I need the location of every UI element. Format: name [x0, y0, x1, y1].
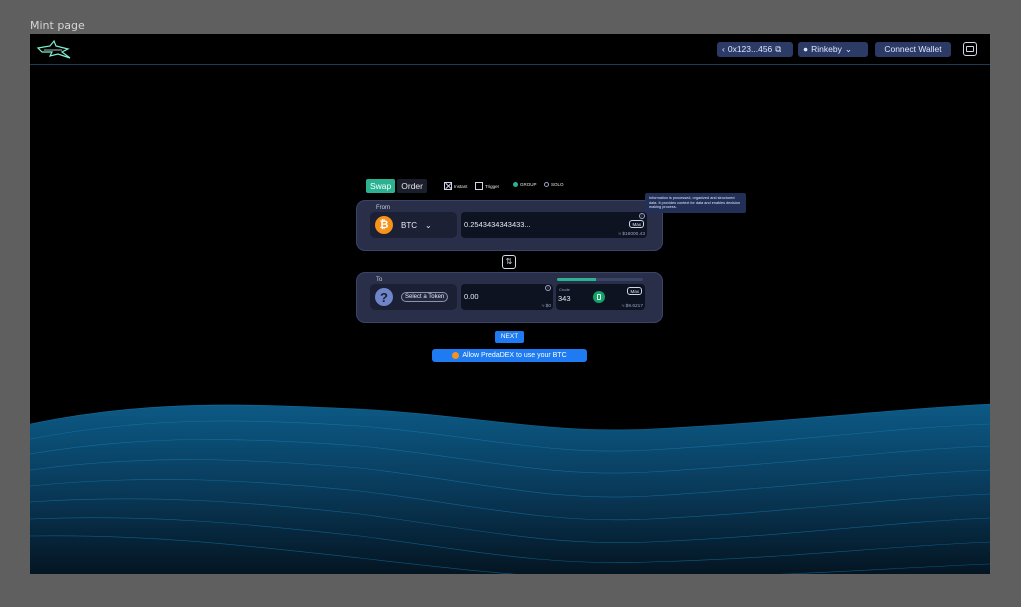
swap-order-tabs: Swap Order	[366, 179, 427, 193]
to-card: To ? Select a Token 0.00 i ≈ $0 Crude 34…	[356, 272, 663, 323]
chevron-down-icon: ⌄	[844, 44, 852, 54]
allow-label: Allow PredaDEX to use your BTC	[462, 352, 567, 359]
info-icon[interactable]: i	[639, 213, 645, 219]
account-address: 0x123...456	[727, 44, 773, 54]
from-amount-value[interactable]: 0.2543434343433...	[464, 220, 531, 229]
from-usd-value: ≈ $16000.43	[618, 232, 645, 237]
trigger-label: Trigger	[485, 183, 500, 189]
chevron-down-icon: ⌄	[425, 220, 432, 230]
network-icon: ●	[803, 44, 809, 54]
shark-logo-icon[interactable]	[36, 38, 72, 62]
swap-direction-icon[interactable]: ⇅	[502, 255, 516, 269]
from-card: From ₿ BTC ⌄ 0.2543434343433... i Max ≈ …	[356, 200, 663, 251]
gas-usd-value: ≈ $9.6217	[621, 304, 643, 309]
from-token-selector[interactable]: ₿ BTC ⌄	[370, 212, 457, 238]
trigger-option[interactable]: Trigger	[475, 182, 499, 190]
to-amount-value[interactable]: 0.00	[464, 292, 479, 301]
from-label: From	[376, 205, 390, 211]
info-tooltip: Information is processed, organized and …	[645, 193, 746, 213]
next-button[interactable]: NEXT	[495, 331, 524, 343]
app-frame: ‹ 0x123...456 ⧉ ● Rinkeby ⌄ Connect Wall…	[30, 34, 990, 574]
account-address-pill[interactable]: ‹ 0x123...456 ⧉	[717, 42, 793, 57]
question-mark-icon: ?	[375, 288, 393, 306]
gas-label: Crude	[559, 287, 570, 292]
copy-icon[interactable]: ⧉	[775, 42, 781, 57]
gas-panel: Crude 343 Max ≈ $9.6217	[556, 284, 645, 310]
instant-option[interactable]: Instant	[444, 182, 468, 190]
gas-level-bar	[557, 278, 643, 281]
from-token-name: BTC	[401, 220, 417, 230]
select-token-button[interactable]: Select a Token	[401, 292, 449, 302]
instant-label: Instant	[454, 183, 468, 189]
network-name: Rinkeby	[811, 44, 842, 54]
to-usd-value: ≈ $0	[541, 304, 551, 309]
to-amount-field[interactable]: 0.00 i ≈ $0	[461, 284, 553, 310]
solo-radio[interactable]	[544, 182, 549, 187]
gas-max-button[interactable]: Max	[627, 287, 642, 295]
wave-background	[30, 403, 990, 574]
gas-level-fill	[557, 278, 596, 281]
gas-pump-icon[interactable]	[593, 291, 605, 303]
group-radio[interactable]	[513, 182, 518, 187]
from-amount-field[interactable]: 0.2543434343433... i Max ≈ $16000.43	[461, 212, 647, 238]
connect-wallet-button[interactable]: Connect Wallet	[875, 42, 951, 57]
bitcoin-icon	[452, 352, 460, 359]
group-label: GROUP	[520, 182, 537, 187]
bitcoin-icon: ₿	[375, 216, 393, 234]
solo-label: SOLO	[551, 182, 564, 187]
gas-value: 343	[558, 294, 571, 303]
trigger-checkbox[interactable]	[475, 182, 483, 190]
to-label: To	[376, 277, 383, 283]
allow-token-button[interactable]: Allow PredaDEX to use your BTC	[432, 349, 587, 362]
info-icon[interactable]: i	[545, 285, 551, 291]
solo-option[interactable]: SOLO	[544, 182, 564, 187]
network-selector[interactable]: ● Rinkeby ⌄	[798, 42, 868, 57]
tab-swap[interactable]: Swap	[366, 179, 396, 193]
to-token-selector[interactable]: ? Select a Token	[370, 284, 457, 310]
from-max-button[interactable]: Max	[629, 220, 644, 228]
top-bar: ‹ 0x123...456 ⧉ ● Rinkeby ⌄ Connect Wall…	[30, 34, 990, 65]
group-option[interactable]: GROUP	[513, 182, 537, 187]
tab-order[interactable]: Order	[397, 179, 427, 193]
chevron-left-icon: ‹	[722, 44, 725, 54]
menu-icon[interactable]	[963, 42, 977, 56]
frame-label: Mint page	[30, 19, 85, 32]
instant-checkbox[interactable]	[444, 182, 452, 190]
